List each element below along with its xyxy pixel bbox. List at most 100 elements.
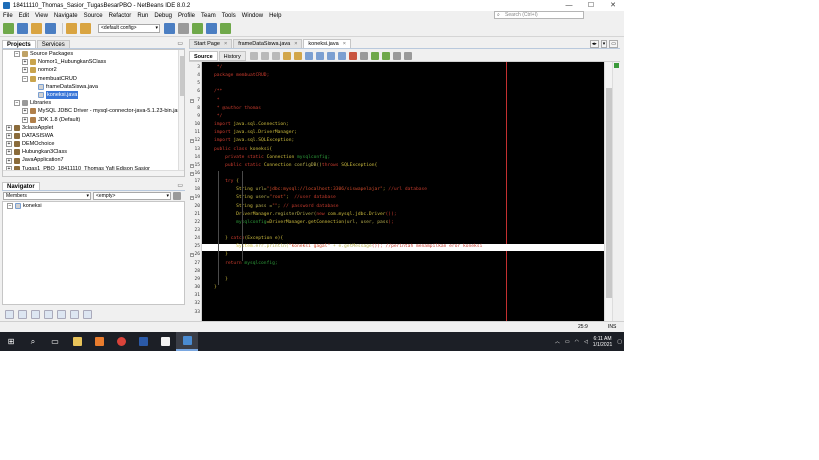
fold-icon[interactable]: − xyxy=(190,139,194,144)
config-select[interactable]: <default config> xyxy=(98,24,160,33)
netbeans-icon[interactable] xyxy=(176,332,198,351)
code-editor[interactable]: */ package membuatCRUD; /** * * @author th… xyxy=(202,62,604,321)
close-tab-icon[interactable]: × xyxy=(343,41,346,47)
tree-node[interactable]: +3classApplet xyxy=(3,124,184,132)
maximize-editor-icon[interactable]: ▭ xyxy=(609,40,618,48)
menu-help[interactable]: Help xyxy=(266,13,284,19)
debug-icon[interactable] xyxy=(206,23,217,34)
tree-node[interactable]: + DATASISWA xyxy=(3,132,184,140)
menu-view[interactable]: View xyxy=(32,13,51,19)
start-macro-icon[interactable] xyxy=(348,51,357,60)
expand-icon[interactable]: + xyxy=(6,124,12,131)
task-view-icon[interactable]: ▭ xyxy=(44,332,66,351)
toggle-highlight-icon[interactable] xyxy=(304,51,313,60)
find-previous-icon[interactable] xyxy=(282,51,291,60)
tree-node[interactable]: − Source Packages xyxy=(3,50,184,58)
word-icon[interactable] xyxy=(132,332,154,351)
minimize-navigator-icon[interactable]: ▭ xyxy=(177,182,183,189)
save-all-icon[interactable] xyxy=(45,23,56,34)
tree-node[interactable]: + MySQL JDBC Driver - mysql-connector-jav… xyxy=(3,107,184,115)
collapse-icon[interactable]: − xyxy=(14,100,20,107)
menu-source[interactable]: Source xyxy=(81,13,106,19)
collapse-icon[interactable]: − xyxy=(22,75,28,82)
tree-node[interactable]: frameDataSiswa.java xyxy=(3,83,184,91)
tab-source[interactable]: Source xyxy=(189,50,218,61)
tab-navigator[interactable]: Navigator xyxy=(2,182,40,190)
back-icon[interactable] xyxy=(260,51,269,60)
scroll-tabs-left-icon[interactable]: ◂▸ xyxy=(589,40,599,48)
fold-icon[interactable]: − xyxy=(190,163,194,168)
projects-scrollbar[interactable] xyxy=(178,50,184,176)
menu-team[interactable]: Team xyxy=(198,13,219,19)
wifi-icon[interactable]: ◠ xyxy=(575,339,579,345)
tree-node[interactable]: koneksi.java xyxy=(3,90,184,100)
expand-icon[interactable]: + xyxy=(22,108,28,115)
build-icon[interactable] xyxy=(164,23,175,34)
undo-icon[interactable] xyxy=(66,23,77,34)
menu-debug[interactable]: Debug xyxy=(151,13,175,19)
file-explorer-icon[interactable] xyxy=(66,332,88,351)
close-tab-icon[interactable]: × xyxy=(294,41,297,47)
shift-right-icon[interactable] xyxy=(381,51,390,60)
last-edit-icon[interactable] xyxy=(249,51,258,60)
expand-icon[interactable]: + xyxy=(6,157,12,164)
navigator-options-icon[interactable] xyxy=(173,192,181,200)
members-select[interactable]: Members xyxy=(3,192,91,200)
comment-icon[interactable] xyxy=(392,51,401,60)
tab-services[interactable]: Services xyxy=(36,40,70,48)
clock[interactable]: 6:11 AM 1/1/2021 xyxy=(593,336,612,348)
tab-framedatasiswa[interactable]: frameDataSiswa.java × xyxy=(233,39,303,48)
expand-icon[interactable]: + xyxy=(6,132,12,139)
menu-navigate[interactable]: Navigate xyxy=(51,13,81,19)
new-project-icon[interactable] xyxy=(17,23,28,34)
sort-source-icon[interactable] xyxy=(70,309,79,319)
expand-icon[interactable]: + xyxy=(6,141,12,148)
find-next-icon[interactable] xyxy=(293,51,302,60)
volume-icon[interactable]: ◁ xyxy=(584,339,588,345)
editor-scrollbar[interactable] xyxy=(604,62,612,321)
search-icon[interactable]: ⌕ xyxy=(22,332,44,351)
forward-icon[interactable] xyxy=(271,51,280,60)
run-icon[interactable] xyxy=(192,23,203,34)
close-button[interactable]: ✕ xyxy=(602,0,624,11)
menu-edit[interactable]: Edit xyxy=(16,13,32,19)
file-icon[interactable] xyxy=(154,332,176,351)
expand-icon[interactable]: + xyxy=(22,67,28,74)
projects-hscrollbar[interactable] xyxy=(3,170,184,176)
close-tab-icon[interactable]: × xyxy=(224,41,227,47)
next-bookmark-icon[interactable] xyxy=(337,51,346,60)
tree-node[interactable]: + Nomor1_HubungkanSClass xyxy=(3,58,184,66)
fold-icon[interactable]: − xyxy=(190,171,194,176)
expand-icon[interactable]: + xyxy=(6,149,12,156)
redo-icon[interactable] xyxy=(80,23,91,34)
tree-node[interactable]: + JDK 1.8 (Default) xyxy=(3,116,184,124)
menu-run[interactable]: Run xyxy=(134,13,151,19)
tree-node[interactable]: + Hubungkan3Class xyxy=(3,148,184,156)
menu-window[interactable]: Window xyxy=(239,13,266,19)
stop-macro-icon[interactable] xyxy=(359,51,368,60)
network-icon[interactable]: ▭ xyxy=(565,339,570,345)
tab-history[interactable]: History xyxy=(218,50,246,61)
open-project-icon[interactable] xyxy=(31,23,42,34)
fold-icon[interactable]: − xyxy=(190,253,194,258)
tab-list-icon[interactable]: ▾ xyxy=(600,40,608,48)
fields-filter-icon[interactable] xyxy=(5,309,14,319)
filter-select[interactable]: <empty> xyxy=(93,192,171,200)
scroll-thumb[interactable] xyxy=(180,56,184,96)
menu-refactor[interactable]: Refactor xyxy=(106,13,135,19)
tree-node[interactable]: + JavaApplication7 xyxy=(3,156,184,164)
clean-build-icon[interactable] xyxy=(178,23,189,34)
collapse-icon[interactable]: − xyxy=(14,51,20,58)
uncomment-icon[interactable] xyxy=(403,51,412,60)
tree-node[interactable]: − Libraries xyxy=(3,99,184,107)
javadoc-icon[interactable] xyxy=(83,309,92,319)
tree-node[interactable]: + DEMOchoice xyxy=(3,140,184,148)
tab-start-page[interactable]: Start Page × xyxy=(189,39,233,48)
tab-koneksi[interactable]: koneksi.java × xyxy=(303,39,351,48)
sort-name-icon[interactable] xyxy=(57,309,66,319)
fold-icon[interactable]: − xyxy=(190,98,194,103)
previous-bookmark-icon[interactable] xyxy=(326,51,335,60)
chrome-icon[interactable] xyxy=(110,332,132,351)
notifications-icon[interactable]: ▢ xyxy=(617,339,622,345)
static-filter-icon[interactable] xyxy=(18,309,27,319)
